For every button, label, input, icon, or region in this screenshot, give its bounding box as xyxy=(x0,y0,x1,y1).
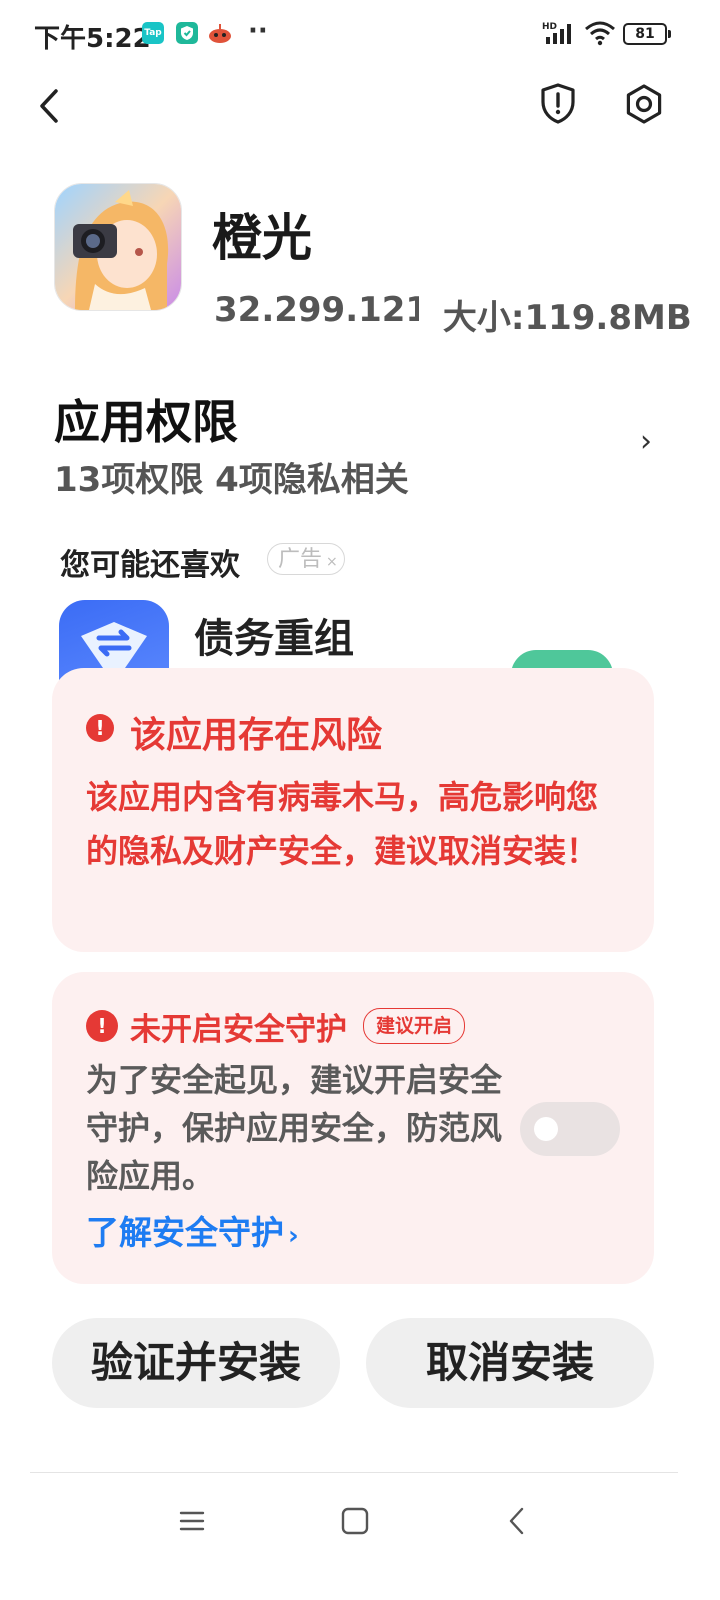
verify-install-button[interactable]: 验证并安装 xyxy=(52,1318,340,1408)
divider xyxy=(30,1472,678,1473)
status-time: 下午5:22 xyxy=(34,24,151,54)
risk-title: 该应用存在风险 xyxy=(130,715,383,756)
chevron-right-icon: › xyxy=(288,1221,299,1251)
battery-indicator: 81 xyxy=(623,23,671,45)
permissions-title[interactable]: 应用权限 xyxy=(54,386,238,452)
close-icon[interactable]: × xyxy=(326,554,338,570)
permissions-summary[interactable]: 13项权限 4项隐私相关 xyxy=(54,452,409,501)
ad-label: 广告 xyxy=(278,547,323,572)
signal-icon: HD xyxy=(542,20,578,50)
guard-body: 为了安全起见，建议开启安全守护，保护应用安全，防范风险应用。 xyxy=(86,1061,503,1195)
learn-guard-link-label: 了解安全守护 xyxy=(86,1213,284,1252)
warning-icon: ! xyxy=(86,714,114,742)
home-icon[interactable] xyxy=(340,1506,370,1536)
guard-title: 未开启安全守护 xyxy=(130,1012,347,1048)
ad-badge[interactable]: 广告 × xyxy=(267,543,345,575)
learn-guard-link[interactable]: 了解安全守护 › xyxy=(86,1206,299,1254)
recommend-enable-chip: 建议开启 xyxy=(363,1008,466,1044)
toggle-knob xyxy=(534,1117,558,1141)
chevron-right-icon[interactable]: › xyxy=(640,424,652,459)
warning-icon: ! xyxy=(86,1010,118,1042)
svg-text:HD: HD xyxy=(542,22,557,32)
more-notifications: ·· xyxy=(248,16,268,46)
app-name: 橙光 xyxy=(212,209,312,267)
tap-icon: Tap xyxy=(142,22,164,44)
app-version: 32.299.1219 xyxy=(214,290,419,330)
cancel-install-button[interactable]: 取消安装 xyxy=(366,1318,654,1408)
back-icon[interactable] xyxy=(504,1506,530,1536)
app-icon xyxy=(54,183,182,311)
menu-icon[interactable] xyxy=(178,1506,206,1536)
recommend-app-name[interactable]: 债务重组 xyxy=(194,606,354,664)
app-version-size: 32.299.1219 大小:119.8MB xyxy=(214,290,692,339)
risk-body: 该应用内含有病毒木马，高危影响您的隐私及财产安全，建议取消安装！ xyxy=(86,778,599,870)
shield-alert-icon[interactable] xyxy=(538,82,578,126)
wifi-icon xyxy=(584,20,616,50)
settings-gear-icon[interactable] xyxy=(622,82,666,126)
shield-app-icon xyxy=(176,22,198,44)
app-size: 大小:119.8MB xyxy=(442,298,692,338)
back-arrow-icon[interactable] xyxy=(34,84,74,128)
guard-toggle[interactable] xyxy=(520,1102,620,1156)
recommend-title: 您可能还喜欢 xyxy=(60,548,240,583)
game-app-icon xyxy=(208,22,231,44)
